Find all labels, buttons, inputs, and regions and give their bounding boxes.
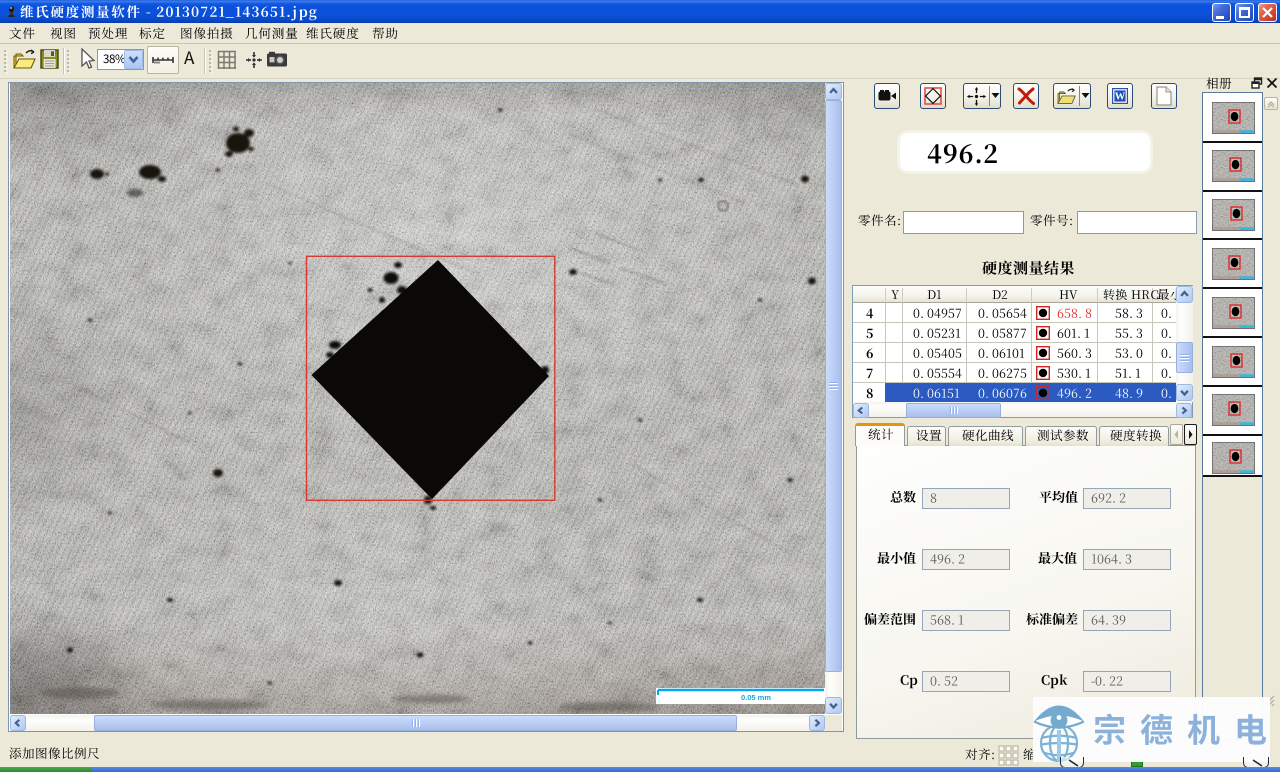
svg-text:W: W [1115, 92, 1126, 103]
svg-text:0.05 mm: 0.05 mm [741, 693, 771, 702]
